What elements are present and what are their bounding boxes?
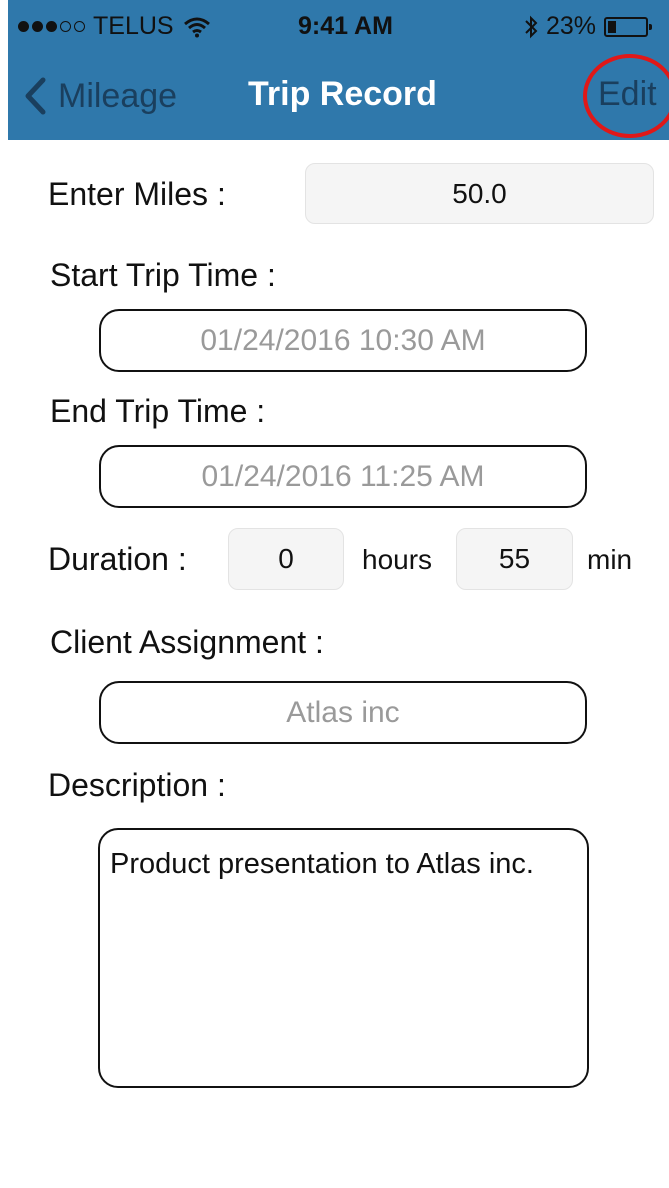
carrier-name: TELUS <box>93 12 174 40</box>
client-field[interactable]: Atlas inc <box>99 681 587 744</box>
page-title: Trip Record <box>248 75 437 113</box>
start-time-label: Start Trip Time : <box>50 257 276 293</box>
bluetooth-icon <box>525 15 538 38</box>
signal-dots-icon <box>18 21 85 32</box>
status-right-group: 23% <box>524 12 653 41</box>
battery-percent: 23% <box>546 12 597 40</box>
minutes-unit-label: min <box>587 544 633 575</box>
status-time: 9:41 AM <box>298 12 393 40</box>
miles-label: Enter Miles : <box>48 176 226 212</box>
header: TELUS 9:41 AM 23% Mileage Trip Record Ed… <box>8 0 669 140</box>
start-time-field[interactable]: 01/24/2016 10:30 AM <box>99 309 587 372</box>
description-label: Description : <box>48 767 226 803</box>
miles-field[interactable]: 50.0 <box>305 163 654 224</box>
navigation-bar: Mileage Trip Record Edit <box>8 54 669 140</box>
back-button[interactable]: Mileage <box>22 76 177 116</box>
wifi-icon <box>183 17 210 37</box>
hours-unit-label: hours <box>362 544 433 575</box>
battery-icon <box>604 16 653 37</box>
duration-hours-field[interactable]: 0 <box>228 528 344 590</box>
end-time-label: End Trip Time : <box>50 393 266 429</box>
duration-label: Duration : <box>48 541 187 577</box>
left-edge-strip <box>0 0 8 1188</box>
end-time-field[interactable]: 01/24/2016 11:25 AM <box>99 445 587 508</box>
chevron-left-icon <box>25 77 46 115</box>
status-bar: TELUS 9:41 AM 23% <box>8 0 669 56</box>
duration-minutes-field[interactable]: 55 <box>456 528 573 590</box>
client-label: Client Assignment : <box>50 624 324 660</box>
carrier-group: TELUS <box>18 12 210 41</box>
edit-button[interactable]: Edit <box>598 74 657 114</box>
description-textarea[interactable]: Product presentation to Atlas inc. <box>98 828 589 1088</box>
back-label: Mileage <box>58 77 178 115</box>
